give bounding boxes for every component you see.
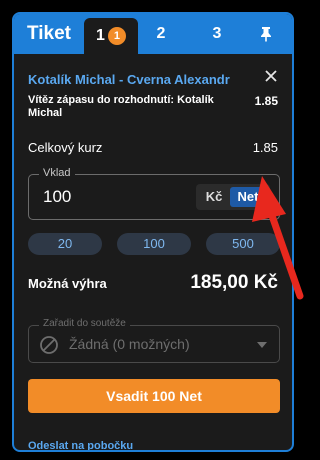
ticket-header: Tiket 11 2 3 bbox=[14, 14, 292, 54]
contest-label: Zařadit do soutěže bbox=[39, 318, 130, 329]
tab-1[interactable]: 11 bbox=[84, 18, 138, 54]
send-to-branch-link[interactable]: Odeslat na pobočku bbox=[28, 440, 133, 450]
tab-1-badge: 1 bbox=[107, 27, 126, 45]
quick-stake-100-button[interactable]: 100 bbox=[117, 233, 191, 255]
annotation-arrow-icon bbox=[252, 176, 304, 300]
contest-value: Žádná (0 možných) bbox=[69, 336, 190, 352]
unit-kc-button[interactable]: Kč bbox=[200, 187, 228, 207]
total-odds-value: 1.85 bbox=[252, 140, 278, 155]
ticket-title: Tiket bbox=[27, 23, 72, 44]
total-odds-label: Celkový kurz bbox=[28, 140, 103, 155]
bet-odds: 1.85 bbox=[254, 94, 278, 108]
stake-label: Vklad bbox=[39, 167, 75, 179]
tab-3[interactable]: 3 bbox=[202, 14, 232, 54]
pin-icon[interactable] bbox=[258, 26, 274, 42]
match-name[interactable]: Kotalík Michal - Cverna Alexandr bbox=[28, 72, 230, 87]
quick-stake-20-button[interactable]: 20 bbox=[28, 233, 102, 255]
tab-1-label: 1 bbox=[96, 27, 105, 44]
stake-field[interactable]: Vklad 100 Kč Net bbox=[28, 167, 280, 220]
tab-2[interactable]: 2 bbox=[146, 14, 176, 54]
contest-select[interactable]: Zařadit do soutěže Žádná (0 možných) bbox=[28, 318, 280, 363]
stake-input[interactable]: 100 bbox=[43, 187, 71, 207]
ban-icon bbox=[40, 336, 58, 354]
place-bet-button[interactable]: Vsadit 100 Net bbox=[28, 379, 280, 413]
possible-win-label: Možná výhra bbox=[28, 276, 107, 291]
close-icon[interactable] bbox=[264, 69, 278, 83]
bet-description: Vítěz zápasu do rozhodnutí: Kotalík Mich… bbox=[28, 94, 214, 119]
chevron-down-icon bbox=[257, 342, 267, 348]
